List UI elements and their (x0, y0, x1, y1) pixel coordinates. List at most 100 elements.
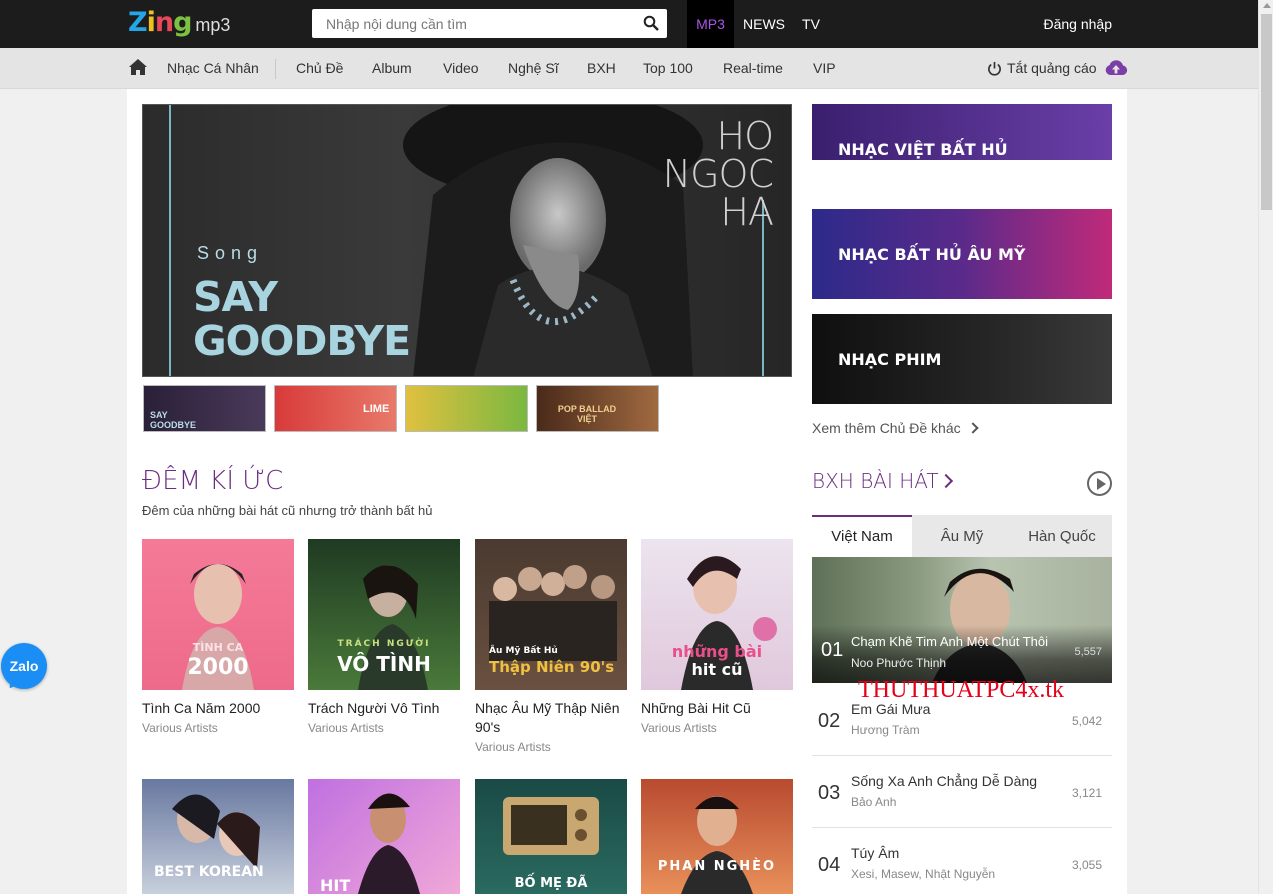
playlist-title-area: Nhạc Âu Mỹ Thập Niên 90's Various Artists (475, 699, 627, 757)
chart-play-count: 5,042 (1071, 714, 1102, 728)
cover-text: Âu Mỹ Bất Hủ (489, 646, 558, 656)
thumbnail-label: LIME (363, 403, 390, 415)
login-link[interactable]: Đăng nhập (1043, 0, 1112, 48)
chart-row[interactable]: 04 Túy Âm Xesi, Masew, Nhật Nguyễn 3,055 (812, 828, 1112, 894)
scroll-up-arrow-icon[interactable] (1263, 3, 1271, 8)
playlist-cover[interactable]: TRÁCH NGƯỜI VÔ TÌNH (308, 539, 460, 690)
hero-thumbnail[interactable]: SAY GOODBYE (143, 385, 266, 432)
cover-text: BỐ MẸ ĐÃ (514, 876, 588, 891)
nav-item-chu-de[interactable]: Chủ Đề (296, 48, 343, 89)
nav-item-video[interactable]: Video (443, 48, 479, 89)
zing-mp3-logo[interactable]: Zing mp3 (128, 5, 230, 41)
playlist-title[interactable]: Nhạc Âu Mỹ Thập Niên 90's (475, 699, 627, 737)
top-bar: Zing mp3 MP3 NEWS TV Đăng nhập (0, 0, 1258, 48)
nav-divider (275, 59, 276, 79)
chart-rank: 03 (818, 782, 841, 804)
zalo-chat-button[interactable]: Zalo (1, 643, 47, 689)
chart-row[interactable]: 03 Sống Xa Anh Chẳng Dễ Dàng Bảo Anh 3,1… (812, 756, 1112, 828)
hero-song-label: Song (197, 243, 264, 263)
playlist-title-area: Trách Người Vô Tình Various Artists (308, 699, 460, 738)
nav-mp3[interactable]: MP3 (687, 0, 734, 48)
logo-zing-text: Zing (128, 7, 192, 38)
hero-artist-line: HO (716, 114, 774, 158)
turn-off-ads-link[interactable]: Tắt quảng cáo (1007, 48, 1097, 89)
playlist-cover[interactable]: TÌNH CA 2000 (142, 539, 294, 690)
tab-han-quoc[interactable]: Hàn Quốc (1012, 515, 1112, 557)
chart-song-artist[interactable]: Hương Tràm (851, 723, 920, 737)
chart-song-title[interactable]: Sống Xa Anh Chẳng Dễ Dàng (851, 773, 1037, 789)
play-all-icon[interactable] (1087, 471, 1112, 496)
playlist-cover[interactable]: BỐ MẸ ĐÃ (475, 779, 627, 894)
nav-item-vip[interactable]: VIP (813, 48, 836, 89)
nav-item-top-100[interactable]: Top 100 (643, 48, 693, 89)
hero-artist-line: NGOC (662, 152, 774, 196)
hero-thumbnail[interactable]: LIME (274, 385, 397, 432)
hero-thumbnail[interactable]: POP BALLAD VIỆT (536, 385, 659, 432)
upload-cloud-icon[interactable] (1104, 59, 1128, 77)
hero-artist-line: HA (720, 190, 774, 234)
scroll-thumb[interactable] (1261, 14, 1272, 210)
chart-song-title[interactable]: Chạm Khẽ Tim Anh Một Chút Thôi (851, 634, 1048, 649)
tab-viet-nam[interactable]: Việt Nam (812, 515, 912, 557)
chart-top-song[interactable]: 01 Chạm Khẽ Tim Anh Một Chút Thôi Noo Ph… (812, 557, 1112, 683)
banner-nhac-viet-bat-hu[interactable]: NHẠC VIỆT BẤT HỦ (812, 104, 1112, 160)
cover-artwork (681, 796, 753, 894)
chevron-right-icon (938, 473, 953, 489)
nav-item-nghe-si[interactable]: Nghệ Sĩ (508, 48, 559, 89)
hero-banner[interactable]: Song SAY GOODBYE HO NGOC HA (142, 104, 792, 377)
playlist-cover[interactable]: HIT (308, 779, 460, 894)
hero-thumbnail[interactable] (405, 385, 528, 432)
thumbnail-label: SAY GOODBYE (150, 410, 197, 430)
chart-play-count: 3,121 (1071, 786, 1102, 800)
thumbnail-label: POP BALLAD VIỆT (557, 404, 617, 424)
tab-au-my[interactable]: Âu Mỹ (912, 515, 1012, 557)
section-title[interactable]: ĐÊM KÍ ỨC (142, 466, 283, 496)
home-icon[interactable] (128, 58, 148, 76)
playlist-title[interactable]: Trách Người Vô Tình (308, 699, 460, 718)
hero-artist-name: HO NGOC HA (643, 114, 774, 234)
cover-text: 2000 (187, 655, 249, 680)
category-nav: Nhạc Cá Nhân Chủ Đề Album Video Nghệ Sĩ … (0, 48, 1258, 89)
nav-item-real-time[interactable]: Real-time (723, 48, 783, 89)
search-icon[interactable] (643, 15, 659, 31)
section-subtitle: Đêm của những bài hát cũ nhưng trở thành… (142, 503, 433, 518)
chevron-right-icon (966, 422, 979, 434)
playlist-cover[interactable]: Âu Mỹ Bất Hủ Thập Niên 90's (475, 539, 627, 690)
hero-title-line: GOODBYE (193, 317, 411, 365)
page-scrollbar[interactable] (1258, 0, 1273, 894)
chart-section-title[interactable]: BXH BÀI HÁT (812, 469, 953, 493)
playlist-artist[interactable]: Various Artists (475, 738, 627, 757)
playlist-title[interactable]: Tình Ca Năm 2000 (142, 699, 294, 718)
chart-rank: 01 (821, 639, 844, 661)
playlist-artist[interactable]: Various Artists (142, 719, 294, 738)
nav-tv[interactable]: TV (796, 0, 826, 48)
playlist-title[interactable]: Những Bài Hit Cũ (641, 699, 793, 718)
hero-decor-line (169, 105, 171, 376)
chart-song-title[interactable]: Túy Âm (851, 845, 899, 861)
search-input[interactable] (312, 9, 632, 38)
banner-nhac-phim[interactable]: NHẠC PHIM (812, 314, 1112, 404)
search-box (312, 9, 667, 38)
nav-news[interactable]: NEWS (740, 0, 788, 48)
cover-text: VÔ TÌNH (337, 652, 431, 676)
playlist-cover[interactable]: BEST KOREAN (142, 779, 294, 894)
cover-text: PHAN NGHÈO (657, 859, 777, 874)
hero-title-line: SAY (193, 273, 278, 321)
nav-item-nhac-ca-nhan[interactable]: Nhạc Cá Nhân (167, 48, 259, 89)
cover-text: những bài (671, 642, 763, 661)
nav-item-album[interactable]: Album (372, 48, 412, 89)
logo-mp3-text: mp3 (195, 15, 231, 35)
chart-song-artist[interactable]: Bảo Anh (851, 795, 896, 809)
playlist-artist[interactable]: Various Artists (641, 719, 793, 738)
cover-text: Thập Niên 90's (489, 658, 615, 676)
chart-rank: 02 (818, 710, 841, 732)
playlist-cover[interactable]: những bài hit cũ (641, 539, 793, 690)
playlist-artist[interactable]: Various Artists (308, 719, 460, 738)
power-icon[interactable] (987, 61, 1002, 76)
banner-nhac-bat-hu-au-my[interactable]: NHẠC BẤT HỦ ÂU MỸ (812, 209, 1112, 299)
nav-item-bxh[interactable]: BXH (587, 48, 616, 89)
playlist-cover[interactable]: PHAN NGHÈO (641, 779, 793, 894)
chart-song-artist[interactable]: Xesi, Masew, Nhật Nguyễn (851, 867, 995, 881)
more-topics-link[interactable]: Xem thêm Chủ Đề khác (812, 420, 979, 436)
chart-song-artist[interactable]: Noo Phước Thịnh (851, 656, 946, 670)
